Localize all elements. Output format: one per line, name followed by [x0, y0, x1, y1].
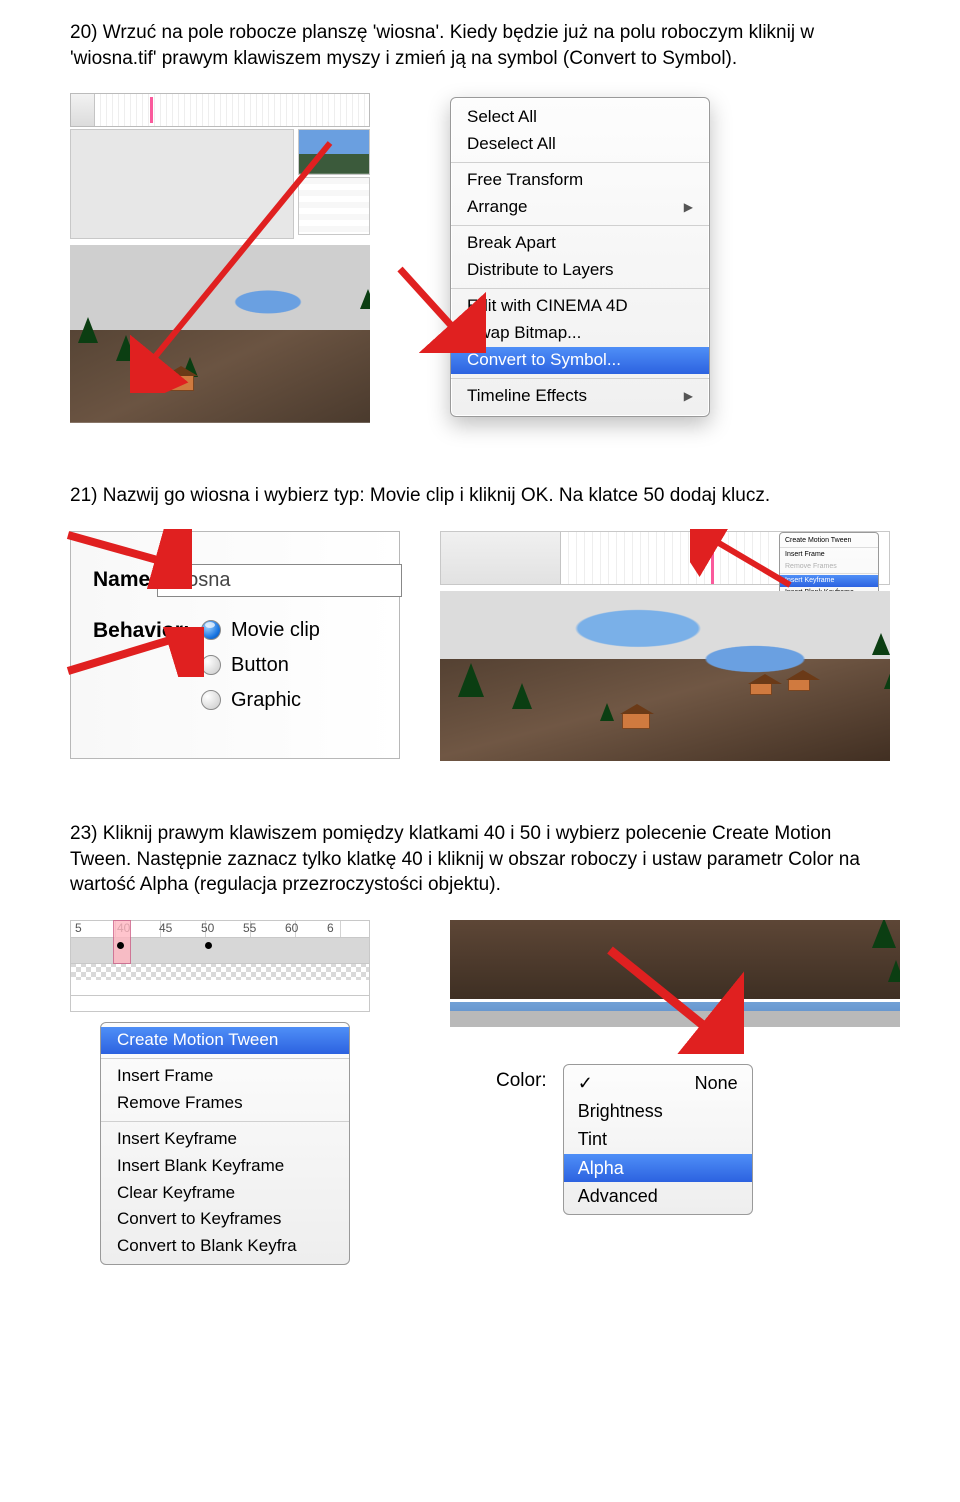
figure-row-2: Name: Behavior: Movie clip Button Graphi… [70, 531, 890, 761]
color-brightness[interactable]: Brightness [564, 1097, 752, 1125]
chevron-right-icon: ▶ [684, 388, 693, 404]
context-menu-1: Select All Deselect All Free Transform A… [450, 97, 710, 416]
ctx3-insert-blank[interactable]: Insert Blank Keyframe [101, 1153, 349, 1180]
color-label: Color: [496, 1068, 547, 1094]
radio-button[interactable]: Button [201, 652, 383, 679]
fig1-left [70, 93, 370, 423]
mini-timeline: Create Motion Tween Insert Frame Remove … [440, 531, 890, 585]
track3 [70, 938, 370, 964]
ctx3-clear-keyframe[interactable]: Clear Keyframe [101, 1180, 349, 1207]
scene-preview-3 [450, 920, 900, 1030]
chevron-right-icon: ▶ [684, 199, 693, 215]
ctx1-timeline-effects[interactable]: Timeline Effects▶ [451, 383, 709, 410]
step20-text: 20) Wrzuć na pole robocze planszę 'wiosn… [70, 20, 890, 71]
ctx3-insert-keyframe[interactable]: Insert Keyframe [101, 1126, 349, 1153]
ctx3-conv-keyframes[interactable]: Convert to Keyframes [101, 1206, 349, 1233]
ctx1-swap-bitmap[interactable]: Swap Bitmap... [451, 320, 709, 347]
color-property-snippet: Color: ✓None Brightness Tint Alpha Advan… [496, 1064, 900, 1215]
context-menu-3: Create Motion Tween Insert Frame Remove … [100, 1022, 350, 1266]
ctx1-select-all[interactable]: Select All [451, 104, 709, 131]
dlg-name-label: Name: [93, 566, 157, 594]
ctx3-insert-frame[interactable]: Insert Frame [101, 1063, 349, 1090]
ctx1-arrange[interactable]: Arrange▶ [451, 194, 709, 221]
ctx1-convert-symbol[interactable]: Convert to Symbol... [451, 347, 709, 374]
fig2-right: Create Motion Tween Insert Frame Remove … [440, 531, 890, 761]
ctx1-deselect-all[interactable]: Deselect All [451, 131, 709, 158]
ctx3-conv-blank[interactable]: Convert to Blank Keyfra [101, 1233, 349, 1260]
scene-preview-1 [70, 245, 370, 423]
radio-graphic[interactable]: Graphic [201, 687, 383, 714]
fig3-right: Color: ✓None Brightness Tint Alpha Advan… [450, 920, 900, 1215]
figure-row-3: 5 40 45 50 55 60 6 Create Motion Tween I… [70, 920, 890, 1266]
color-none[interactable]: ✓None [564, 1069, 752, 1097]
color-tint[interactable]: Tint [564, 1125, 752, 1153]
step21-text: 21) Nazwij go wiosna i wybierz typ: Movi… [70, 483, 890, 509]
ctx1-break-apart[interactable]: Break Apart [451, 230, 709, 257]
fig2-left: Name: Behavior: Movie clip Button Graphi… [70, 531, 400, 759]
ctx3-remove-frames[interactable]: Remove Frames [101, 1090, 349, 1117]
ctx1-edit-c4d[interactable]: Edit with CINEMA 4D [451, 293, 709, 320]
color-advanced[interactable]: Advanced [564, 1182, 752, 1210]
mini-top-bar [70, 93, 370, 127]
dlg-name-input[interactable] [157, 564, 402, 597]
dlg-behavior-label: Behavior: [93, 617, 201, 645]
fig3-left: 5 40 45 50 55 60 6 Create Motion Tween I… [70, 920, 370, 1266]
ctx3-create-tween[interactable]: Create Motion Tween [101, 1027, 349, 1054]
color-dropdown-menu: ✓None Brightness Tint Alpha Advanced [563, 1064, 753, 1215]
fig1-right: Select All Deselect All Free Transform A… [410, 93, 750, 416]
symbol-dialog: Name: Behavior: Movie clip Button Graphi… [70, 531, 400, 759]
ctx1-distribute[interactable]: Distribute to Layers [451, 257, 709, 284]
scene-preview-2 [440, 591, 890, 761]
step23-text: 23) Kliknij prawym klawiszem pomiędzy kl… [70, 821, 890, 898]
color-alpha[interactable]: Alpha [564, 1154, 752, 1182]
figure-row-1: Select All Deselect All Free Transform A… [70, 93, 890, 423]
radio-movie-clip[interactable]: Movie clip [201, 617, 383, 644]
ctx1-free-transform[interactable]: Free Transform [451, 167, 709, 194]
